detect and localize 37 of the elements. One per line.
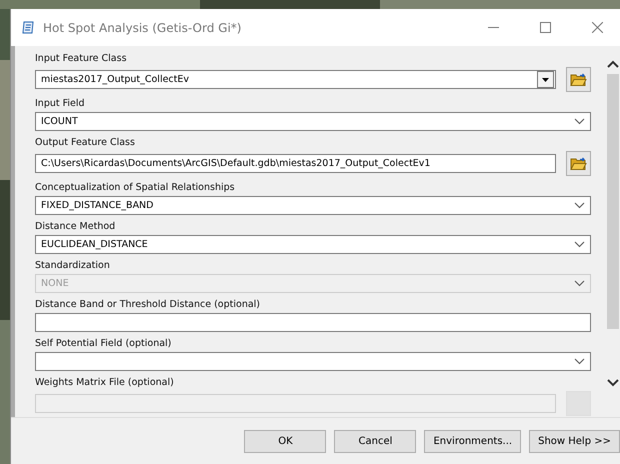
- dropdown-field[interactable]: EUCLIDEAN_DISTANCE: [35, 235, 591, 254]
- field-label: Conceptualization of Spatial Relationships: [35, 181, 236, 195]
- scroll-up-icon[interactable]: [606, 60, 618, 68]
- dialog-button[interactable]: Environments...: [424, 430, 522, 452]
- field-value: EUCLIDEAN_DISTANCE: [41, 239, 149, 250]
- text-field[interactable]: C:\Users\Ricardas\Documents\ArcGIS\Default.gdb\miestas2017_Output_ColectEv1: [35, 154, 556, 173]
- field-label: Self Potential Field (optional): [35, 337, 172, 351]
- field-value: C:\Users\Ricardas\Documents\ArcGIS\Default.gdb\miestas2017_Output_ColectEv1: [41, 158, 432, 169]
- folder-icon: [570, 72, 587, 87]
- field-value: ICOUNT: [41, 116, 79, 127]
- maximize-icon: [540, 22, 550, 33]
- field-value: NONE: [41, 278, 70, 289]
- field-label: Input Feature Class: [35, 52, 128, 66]
- window-title: Hot Spot Analysis (Getis-Ord Gi*): [43, 20, 242, 34]
- minimize-icon: [488, 27, 498, 28]
- dialog-button[interactable]: Show Help >>: [529, 430, 620, 452]
- field-label: Distance Method: [35, 220, 116, 234]
- browse-button[interactable]: [566, 67, 591, 92]
- field-label: Weights Matrix File (optional): [35, 376, 175, 390]
- field-label: Distance Band or Threshold Distance (optional): [35, 298, 262, 312]
- folder-icon: [570, 156, 587, 171]
- close-icon: [592, 22, 602, 33]
- text-field[interactable]: [35, 313, 591, 332]
- dropdown-field[interactable]: [35, 352, 591, 371]
- dialog-button[interactable]: Cancel: [334, 430, 416, 452]
- dialog-button[interactable]: OK: [244, 430, 326, 452]
- field-label: Output Feature Class: [35, 136, 136, 150]
- field-label: Input Field: [35, 97, 86, 111]
- scrollbar-thumb[interactable]: [606, 74, 618, 329]
- field-value: FIXED_DISTANCE_BAND: [41, 200, 154, 211]
- scroll-down-icon[interactable]: [606, 379, 618, 387]
- dropdown-field[interactable]: ICOUNT: [35, 112, 591, 131]
- browse-button[interactable]: [566, 151, 591, 176]
- dropdown-field[interactable]: FIXED_DISTANCE_BAND: [35, 196, 591, 215]
- dropdown-field[interactable]: miestas2017_Output_CollectEv: [35, 70, 556, 89]
- field-value: miestas2017_Output_CollectEv: [41, 74, 190, 85]
- field-label: Standardization: [35, 259, 111, 273]
